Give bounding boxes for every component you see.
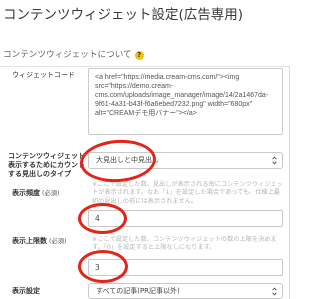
limit-help-text: ※ここで設定した数、コンテンツウィジェットの数の上限を決めます。「0」を設定する…: [92, 236, 277, 252]
widget-code-textarea[interactable]: <a href="https://media.cream-cms.com/"><…: [88, 68, 283, 135]
heading-type-label: コンテンツウィジェット 表示するためにカウント する見出しのタイプ: [8, 152, 85, 179]
heading-type-select[interactable]: 大見出しと中見出し: [88, 152, 283, 169]
page-title: コンテンツウィジェット設定(広告専用): [3, 7, 244, 23]
required-marker: (必須): [42, 190, 60, 197]
limit-label: 表示上限数 (必須): [12, 237, 67, 246]
frequency-input[interactable]: [88, 210, 283, 227]
help-question-icon[interactable]: [134, 50, 144, 60]
select-updown-icon: [272, 286, 277, 296]
section-heading: コンテンツウィジェットについて: [3, 49, 144, 61]
heading-type-label-line: コンテンツウィジェット: [8, 152, 85, 160]
heading-type-label-line: 表示するためにカウント: [8, 161, 85, 169]
display-setting-select[interactable]: すべての記事(PR記事以外): [88, 283, 283, 299]
heading-type-selected-value: 大見出しと中見出し: [96, 156, 159, 164]
section-heading-text: コンテンツウィジェットについて: [3, 50, 132, 60]
frequency-label-text: 表示頻度: [12, 189, 40, 197]
limit-input[interactable]: [88, 259, 283, 276]
display-setting-selected-value: すべての記事(PR記事以外): [96, 287, 180, 295]
widget-code-label: ウィジェットコード: [12, 71, 75, 79]
display-setting-label: 表示設定: [12, 287, 40, 296]
limit-label-text: 表示上限数: [12, 237, 47, 245]
frequency-help-text: ※ここで設定した数、見出しが表示される毎にコンテンツウィジェットが表示されます。…: [92, 181, 283, 205]
display-setting-label-text: 表示設定: [12, 287, 40, 295]
required-marker: (必須): [49, 238, 67, 245]
heading-type-label-line: する見出しのタイプ: [8, 170, 71, 178]
select-updown-icon: [272, 156, 277, 165]
frequency-label: 表示頻度 (必須): [12, 189, 60, 198]
